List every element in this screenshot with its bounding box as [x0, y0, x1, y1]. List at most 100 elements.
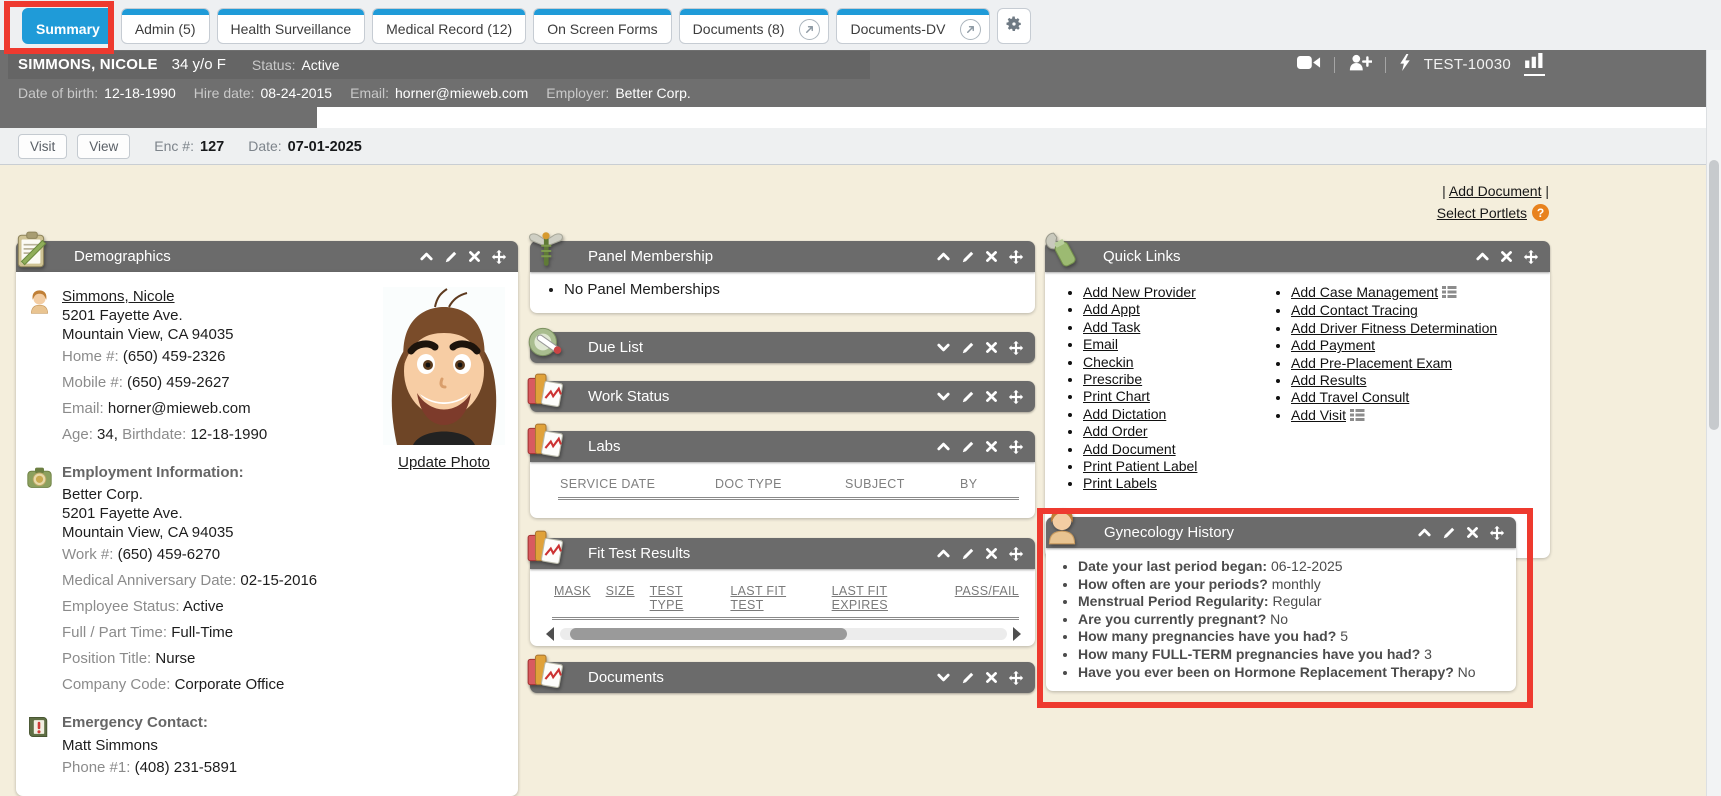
lightning-bolt-icon[interactable] [1399, 54, 1411, 76]
sort-column-header[interactable]: TEST TYPE [650, 584, 716, 612]
expand-icon[interactable] [936, 670, 951, 685]
view-button[interactable]: View [77, 134, 130, 159]
page-scrollbar-thumb[interactable] [1709, 160, 1719, 430]
expand-icon[interactable] [936, 389, 951, 404]
move-icon[interactable] [1523, 249, 1539, 265]
add-appt-link[interactable]: Add Appt [1083, 301, 1140, 317]
edit-icon[interactable] [961, 341, 975, 355]
sort-column-header[interactable]: LAST FIT EXPIRES [832, 584, 940, 612]
sort-column-header[interactable]: LAST FIT TEST [730, 584, 816, 612]
popout-icon[interactable] [960, 19, 981, 40]
edit-icon[interactable] [1442, 526, 1456, 540]
tab-admin-label: Admin (5) [135, 21, 196, 37]
checkin-link[interactable]: Checkin [1083, 354, 1134, 370]
add-travel-consult-link[interactable]: Add Travel Consult [1291, 389, 1409, 405]
move-icon[interactable] [1008, 340, 1024, 356]
collapse-icon[interactable] [1475, 249, 1490, 264]
scroll-right-arrow[interactable] [1013, 627, 1021, 641]
collapse-icon[interactable] [936, 439, 951, 454]
close-icon[interactable] [985, 390, 998, 403]
scrollbar-thumb[interactable] [570, 628, 847, 640]
edit-icon[interactable] [444, 250, 458, 264]
emergency-book-icon [26, 714, 52, 745]
edit-icon[interactable] [961, 671, 975, 685]
quick-link: Print Labels [1083, 475, 1261, 492]
add-visit-link[interactable]: Add Visit [1291, 407, 1346, 423]
tab-health-surveillance[interactable]: Health Surveillance [217, 8, 366, 44]
edit-icon[interactable] [961, 547, 975, 561]
add-pre-placement-exam-link[interactable]: Add Pre-Placement Exam [1291, 355, 1452, 371]
sort-column-header[interactable]: MASK [554, 584, 591, 612]
add-new-provider-link[interactable]: Add New Provider [1083, 284, 1196, 300]
close-icon[interactable] [985, 440, 998, 453]
close-icon[interactable] [468, 250, 481, 263]
person-add-icon[interactable] [1348, 54, 1372, 76]
add-document-link[interactable]: Add Document [1083, 441, 1176, 457]
add-task-link[interactable]: Add Task [1083, 319, 1140, 335]
webchart-summary-page: Summary Admin (5) Health Surveillance Me… [0, 0, 1721, 796]
video-camera-icon[interactable] [1297, 55, 1321, 75]
email-link[interactable]: Email [1083, 336, 1118, 352]
tab-documents[interactable]: Documents (8) [679, 8, 830, 44]
edit-icon[interactable] [961, 440, 975, 454]
edit-icon[interactable] [961, 250, 975, 264]
help-icon[interactable]: ? [1532, 204, 1549, 221]
tab-medical-record[interactable]: Medical Record (12) [372, 8, 526, 44]
tab-documents-dv[interactable]: Documents-DV [836, 8, 990, 44]
tab-on-screen-forms[interactable]: On Screen Forms [533, 8, 671, 44]
sort-column-header[interactable]: PASS/FAIL [955, 584, 1019, 612]
select-portlets-link[interactable]: Select Portlets [1437, 205, 1527, 221]
position-title-label: Position Title: [62, 650, 151, 667]
woman-icon [1041, 506, 1083, 548]
move-icon[interactable] [1008, 439, 1024, 455]
add-driver-fitness-link[interactable]: Add Driver Fitness Determination [1291, 320, 1497, 336]
collapse-icon[interactable] [1417, 525, 1432, 540]
close-icon[interactable] [1500, 250, 1513, 263]
print-patient-label-link[interactable]: Print Patient Label [1083, 458, 1197, 474]
print-chart-link[interactable]: Print Chart [1083, 388, 1150, 404]
page-scrollbar[interactable] [1706, 50, 1721, 796]
collapse-icon[interactable] [419, 249, 434, 264]
move-icon[interactable] [1489, 525, 1505, 541]
collapse-icon[interactable] [936, 546, 951, 561]
add-dictation-link[interactable]: Add Dictation [1083, 406, 1166, 422]
move-icon[interactable] [491, 249, 507, 265]
add-order-link[interactable]: Add Order [1083, 423, 1148, 439]
move-icon[interactable] [1008, 546, 1024, 562]
prescribe-link[interactable]: Prescribe [1083, 371, 1142, 387]
close-icon[interactable] [985, 341, 998, 354]
move-icon[interactable] [1008, 249, 1024, 265]
collapse-icon[interactable] [936, 249, 951, 264]
grid-list-icon[interactable] [1350, 408, 1365, 425]
sort-column-header[interactable]: SIZE [606, 584, 635, 612]
add-results-link[interactable]: Add Results [1291, 372, 1366, 388]
tab-settings-button[interactable] [997, 8, 1031, 44]
move-icon[interactable] [1008, 389, 1024, 405]
patient-name-link[interactable]: Simmons, Nicole [62, 288, 175, 305]
close-icon[interactable] [1466, 526, 1479, 539]
separator: | [1545, 183, 1549, 199]
tab-admin[interactable]: Admin (5) [121, 8, 210, 44]
visit-button[interactable]: Visit [18, 134, 67, 159]
edit-icon[interactable] [961, 390, 975, 404]
print-labels-link[interactable]: Print Labels [1083, 475, 1157, 491]
grid-list-icon[interactable] [1442, 285, 1457, 302]
scroll-left-arrow[interactable] [546, 627, 554, 641]
popout-icon[interactable] [799, 19, 820, 40]
close-icon[interactable] [985, 671, 998, 684]
scrollbar-track[interactable] [560, 628, 1007, 640]
add-case-management-link[interactable]: Add Case Management [1291, 284, 1438, 300]
expand-icon[interactable] [936, 340, 951, 355]
email-value: horner@mieweb.com [395, 85, 528, 101]
add-contact-tracing-link[interactable]: Add Contact Tracing [1291, 302, 1418, 318]
add-payment-link[interactable]: Add Payment [1291, 337, 1375, 353]
move-icon[interactable] [1008, 670, 1024, 686]
flowsheet-chart-icon[interactable] [1524, 53, 1545, 76]
employer-address2: Mountain View, CA 94035 [62, 523, 518, 542]
tab-summary[interactable]: Summary [22, 8, 114, 44]
close-icon[interactable] [985, 547, 998, 560]
table-rule [558, 497, 1019, 500]
close-icon[interactable] [985, 250, 998, 263]
email-label: Email: [350, 85, 389, 101]
add-document-link[interactable]: Add Document [1449, 183, 1542, 199]
